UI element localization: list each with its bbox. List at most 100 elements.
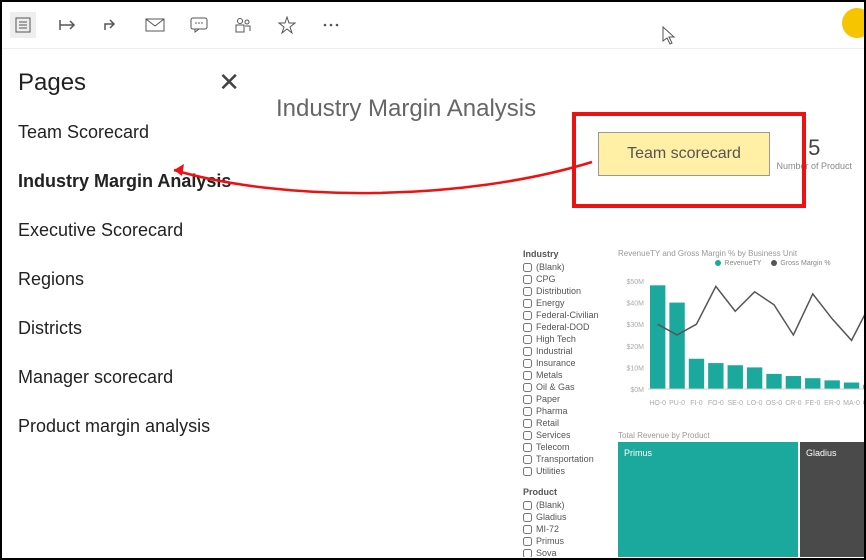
svg-text:$30M: $30M: [626, 322, 644, 329]
svg-text:$10M: $10M: [626, 365, 644, 372]
combo-chart-title: RevenueTY and Gross Margin % by Business…: [618, 249, 864, 258]
pages-pane-button[interactable]: [10, 12, 36, 38]
product-option[interactable]: MI-72: [523, 523, 613, 535]
option-label: Services: [536, 429, 571, 441]
page-item-team-scorecard[interactable]: Team Scorecard: [2, 108, 256, 157]
option-label: Telecom: [536, 441, 570, 453]
checkbox[interactable]: [523, 371, 532, 380]
checkbox[interactable]: [523, 525, 532, 534]
option-label: (Blank): [536, 499, 565, 511]
checkbox[interactable]: [523, 335, 532, 344]
toolbar: [2, 2, 864, 49]
checkbox[interactable]: [523, 549, 532, 558]
checkbox[interactable]: [523, 501, 532, 510]
treemap-chart[interactable]: Total Revenue by Product PrimusGladius(B…: [618, 431, 864, 557]
industry-option[interactable]: Retail: [523, 417, 613, 429]
industry-option[interactable]: Metals: [523, 369, 613, 381]
checkbox[interactable]: [523, 395, 532, 404]
option-label: Energy: [536, 297, 565, 309]
industry-filter: Industry (Blank)CPGDistributionEnergyFed…: [523, 249, 613, 557]
checkbox[interactable]: [523, 431, 532, 440]
export-icon[interactable]: [54, 12, 80, 38]
industry-option[interactable]: CPG: [523, 273, 613, 285]
product-option[interactable]: Primus: [523, 535, 613, 547]
checkbox[interactable]: [523, 407, 532, 416]
checkbox[interactable]: [523, 419, 532, 428]
checkbox[interactable]: [523, 513, 532, 522]
page-item-districts[interactable]: Districts: [2, 304, 256, 353]
product-option[interactable]: Sova: [523, 547, 613, 557]
industry-option[interactable]: Industrial: [523, 345, 613, 357]
option-label: Federal-Civilian: [536, 309, 599, 321]
svg-text:MA-0: MA-0: [843, 400, 860, 407]
option-label: Gladius: [536, 511, 567, 523]
product-filter-title: Product: [523, 487, 613, 497]
page-item-product-margin[interactable]: Product margin analysis: [2, 402, 256, 451]
checkbox[interactable]: [523, 443, 532, 452]
page-item-manager-scorecard[interactable]: Manager scorecard: [2, 353, 256, 402]
industry-option[interactable]: Utilities: [523, 465, 613, 477]
checkbox[interactable]: [523, 275, 532, 284]
svg-text:$50M: $50M: [626, 279, 644, 286]
industry-option[interactable]: Energy: [523, 297, 613, 309]
industry-option[interactable]: Paper: [523, 393, 613, 405]
svg-text:HO-0: HO-0: [649, 400, 666, 407]
option-label: Sova: [536, 547, 557, 557]
svg-text:FO-0: FO-0: [708, 400, 724, 407]
checkbox[interactable]: [523, 347, 532, 356]
option-label: Metals: [536, 369, 563, 381]
checkbox[interactable]: [523, 323, 532, 332]
avatar[interactable]: [842, 8, 866, 38]
svg-text:CR-0: CR-0: [785, 400, 801, 407]
highlight-box: [572, 112, 806, 208]
industry-option[interactable]: Telecom: [523, 441, 613, 453]
industry-filter-title: Industry: [523, 249, 613, 259]
favorite-icon[interactable]: [274, 12, 300, 38]
page-item-industry-margin[interactable]: Industry Margin Analysis: [2, 157, 256, 206]
product-option[interactable]: Gladius: [523, 511, 613, 523]
checkbox[interactable]: [523, 537, 532, 546]
industry-option[interactable]: Services: [523, 429, 613, 441]
page-item-executive-scorecard[interactable]: Executive Scorecard: [2, 206, 256, 255]
chat-icon[interactable]: [186, 12, 212, 38]
more-icon[interactable]: [318, 12, 344, 38]
treemap-title: Total Revenue by Product: [618, 431, 864, 440]
checkbox[interactable]: [523, 263, 532, 272]
industry-option[interactable]: Oil & Gas: [523, 381, 613, 393]
checkbox[interactable]: [523, 299, 532, 308]
combo-chart[interactable]: RevenueTY and Gross Margin % by Business…: [618, 249, 864, 416]
share-icon[interactable]: [98, 12, 124, 38]
option-label: Industrial: [536, 345, 573, 357]
option-label: MI-72: [536, 523, 559, 535]
legend-margin: Gross Margin %: [780, 260, 830, 267]
industry-option[interactable]: High Tech: [523, 333, 613, 345]
industry-option[interactable]: Federal-DOD: [523, 321, 613, 333]
industry-option[interactable]: Transportation: [523, 453, 613, 465]
cursor-icon: [662, 26, 678, 51]
industry-option[interactable]: Distribution: [523, 285, 613, 297]
svg-text:Gladius: Gladius: [806, 448, 837, 458]
industry-option[interactable]: Insurance: [523, 357, 613, 369]
option-label: Retail: [536, 417, 559, 429]
industry-option[interactable]: (Blank): [523, 261, 613, 273]
checkbox[interactable]: [523, 359, 532, 368]
industry-option[interactable]: Pharma: [523, 405, 613, 417]
checkbox[interactable]: [523, 455, 532, 464]
close-icon[interactable]: ✕: [218, 67, 240, 98]
checkbox[interactable]: [523, 311, 532, 320]
page-item-regions[interactable]: Regions: [2, 255, 256, 304]
checkbox[interactable]: [523, 287, 532, 296]
svg-text:FE-0: FE-0: [805, 400, 820, 407]
option-label: High Tech: [536, 333, 576, 345]
pages-title: Pages: [18, 69, 86, 97]
industry-option[interactable]: Federal-Civilian: [523, 309, 613, 321]
product-option[interactable]: (Blank): [523, 499, 613, 511]
option-label: Paper: [536, 393, 560, 405]
teams-icon[interactable]: [230, 12, 256, 38]
checkbox[interactable]: [523, 383, 532, 392]
svg-text:SE-0: SE-0: [727, 400, 743, 407]
svg-text:ER-0: ER-0: [824, 400, 840, 407]
mail-icon[interactable]: [142, 12, 168, 38]
svg-text:PU-0: PU-0: [669, 400, 685, 407]
checkbox[interactable]: [523, 467, 532, 476]
